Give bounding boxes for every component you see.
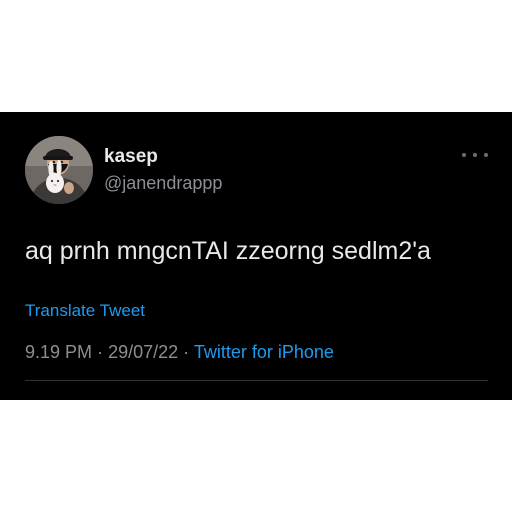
meta-separator: · [97,342,104,362]
tweet-time: 9.19 PM [25,342,93,362]
more-dot [484,153,488,157]
tweet-source-link[interactable]: Twitter for iPhone [194,342,334,362]
more-dot [462,153,466,157]
more-dot [473,153,477,157]
divider [25,380,488,381]
avatar-photo [25,136,93,204]
avatar[interactable] [25,136,93,204]
tweet-metadata: 9.19 PM · 29/07/22 · Twitter for iPhone [25,341,334,363]
tweet-date: 29/07/22 [108,342,179,362]
display-name[interactable]: kasep [104,146,158,168]
tweet-screen: kasep @janendrappp aq prnh mngcnTAI zzeo… [0,112,512,400]
translate-tweet-link[interactable]: Translate Tweet [25,301,145,321]
meta-separator: · [183,342,190,362]
tweet-text: aq prnh mngcnTAI zzeorng sedlm2'a [25,237,431,265]
more-horizontal-icon[interactable] [462,148,488,162]
user-handle[interactable]: @janendrappp [104,172,222,194]
